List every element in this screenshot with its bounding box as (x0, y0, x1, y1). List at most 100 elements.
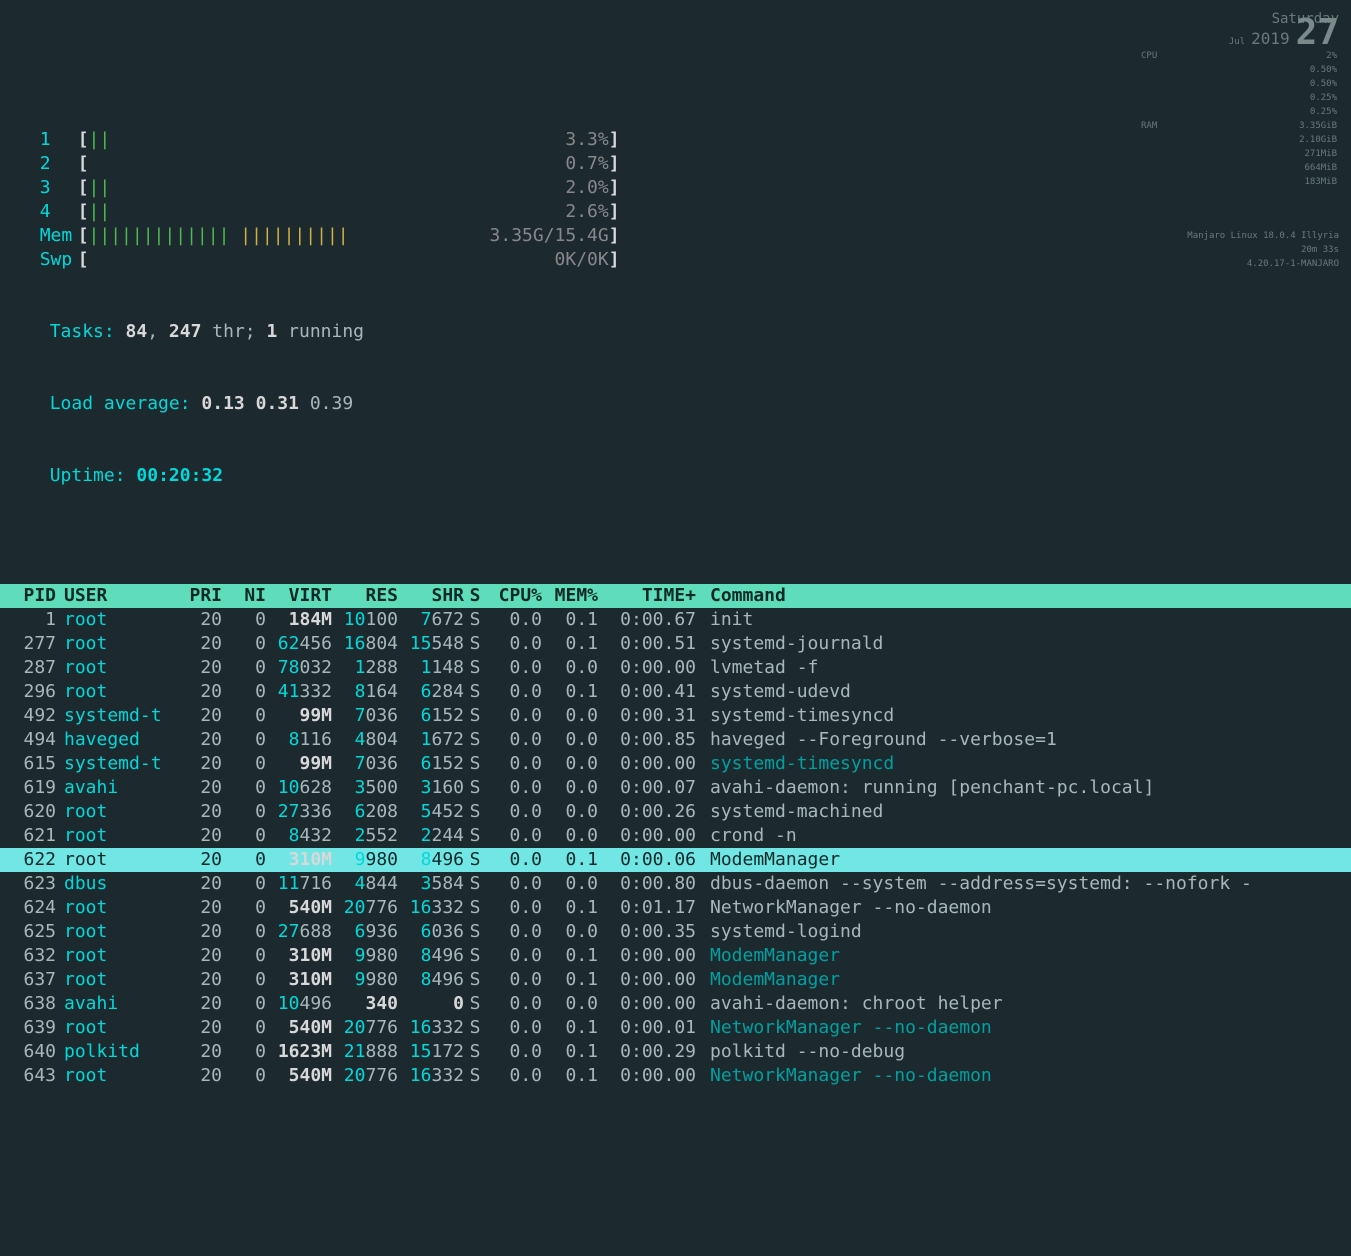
mem-bar-cache: |||||||||| (240, 225, 348, 246)
table-row[interactable]: 638avahi200104963400S0.00.00:00.00avahi-… (0, 992, 1351, 1016)
table-header[interactable]: PIDUSERPRINIVIRTRESSHRSCPU%MEM%TIME+Comm… (0, 584, 1351, 608)
table-row[interactable]: 492systemd-t20099M70366152S0.00.00:00.31… (0, 704, 1351, 728)
cpu-core-row: 0.50% (1139, 63, 1339, 77)
user: systemd-t (60, 704, 170, 728)
user: haveged (60, 728, 170, 752)
command: systemd-machined (704, 800, 1304, 824)
pid: 623 (0, 872, 60, 896)
pid: 625 (0, 920, 60, 944)
table-row[interactable]: 621root200843225522244S0.00.00:00.00cron… (0, 824, 1351, 848)
user: root (60, 848, 170, 872)
ram-detail-row: 2.10GiB (1139, 133, 1339, 147)
command: haveged --Foreground --verbose=1 (704, 728, 1304, 752)
table-row[interactable]: 620root2002733662085452S0.00.00:00.26sys… (0, 800, 1351, 824)
cpu1-label: 1 (40, 128, 78, 152)
command: ModemManager (704, 944, 1304, 968)
loadavg-5: 0.31 (256, 393, 299, 414)
swp-value: 0K/0K (555, 249, 609, 270)
ram-detail-row: 664MiB (1139, 161, 1339, 175)
cpu1-pct: 3.3% (565, 129, 608, 150)
pid: 619 (0, 776, 60, 800)
pid: 615 (0, 752, 60, 776)
user: systemd-t (60, 752, 170, 776)
loadavg-15: 0.39 (310, 393, 353, 414)
system-stats: Tasks: 84, 247 thr; 1 running Load avera… (50, 272, 364, 536)
table-row[interactable]: 622root200310M99808496S0.00.10:00.06Mode… (0, 848, 1351, 872)
table-row[interactable]: 624root200540M2077616332S0.00.10:01.17Ne… (0, 896, 1351, 920)
table-row[interactable]: 623dbus2001171648443584S0.00.00:00.80dbu… (0, 872, 1351, 896)
command: NetworkManager --no-daemon (704, 1016, 1304, 1040)
table-row[interactable]: 296root2004133281646284S0.00.10:00.41sys… (0, 680, 1351, 704)
pid: 296 (0, 680, 60, 704)
command: systemd-logind (704, 920, 1304, 944)
table-row[interactable]: 1root200184M101007672S0.00.10:00.67init (0, 608, 1351, 632)
cpu4-bar: || (89, 201, 111, 222)
table-row[interactable]: 625root2002768869366036S0.00.00:00.35sys… (0, 920, 1351, 944)
ram-detail-row: 271MiB (1139, 147, 1339, 161)
cpu1-bar: || (89, 129, 111, 150)
pid: 639 (0, 1016, 60, 1040)
pid: 620 (0, 800, 60, 824)
cpu-meters: 1[|| 3.3%]2[ 0.7%]3[|| 2.0%]4[|| 2 (40, 128, 680, 272)
pid: 621 (0, 824, 60, 848)
pid: 1 (0, 608, 60, 632)
mem-bar-used: ||||||||||||| (89, 225, 241, 246)
year: 2019 (1251, 32, 1290, 46)
command: crond -n (704, 824, 1304, 848)
distro: Manjaro Linux 18.0.4 Illyria (1139, 229, 1339, 243)
month: Jul (1229, 35, 1245, 49)
pid: 492 (0, 704, 60, 728)
command: systemd-journald (704, 632, 1304, 656)
pid: 622 (0, 848, 60, 872)
command: init (704, 608, 1304, 632)
running-count: 1 (266, 321, 277, 342)
table-row[interactable]: 643root200540M2077616332S0.00.10:00.00Ne… (0, 1064, 1351, 1088)
cpu-core-row: 0.50% (1139, 77, 1339, 91)
cpu3-bar: || (89, 177, 111, 198)
pid: 287 (0, 656, 60, 680)
cpu3-label: 3 (40, 176, 78, 200)
cpu3-pct: 2.0% (565, 177, 608, 198)
tasks-label: Tasks: (50, 321, 126, 342)
command: polkitd --no-debug (704, 1040, 1304, 1064)
user: root (60, 896, 170, 920)
threads-count: 247 (169, 321, 202, 342)
pid: 624 (0, 896, 60, 920)
table-row[interactable]: 287root2007803212881148S0.00.00:00.00lvm… (0, 656, 1351, 680)
user: root (60, 632, 170, 656)
process-table[interactable]: PIDUSERPRINIVIRTRESSHRSCPU%MEM%TIME+Comm… (0, 584, 1351, 1088)
pid: 277 (0, 632, 60, 656)
user: root (60, 1016, 170, 1040)
table-row[interactable]: 637root200310M99808496S0.00.10:00.00Mode… (0, 968, 1351, 992)
pid: 632 (0, 944, 60, 968)
user: avahi (60, 992, 170, 1016)
table-row[interactable]: 632root200310M99808496S0.00.10:00.00Mode… (0, 944, 1351, 968)
user: root (60, 680, 170, 704)
cpu2-pct: 0.7% (565, 153, 608, 174)
user: dbus (60, 872, 170, 896)
cpu2-label: 2 (40, 152, 78, 176)
command: avahi-daemon: running [penchant-pc.local… (704, 776, 1304, 800)
command: dbus-daemon --system --address=systemd: … (704, 872, 1304, 896)
table-row[interactable]: 277root200624561680415548S0.00.10:00.51s… (0, 632, 1351, 656)
pid: 640 (0, 1040, 60, 1064)
pid: 643 (0, 1064, 60, 1088)
user: root (60, 920, 170, 944)
swp-label: Swp (40, 248, 78, 272)
cpu4-label: 4 (40, 200, 78, 224)
pid: 637 (0, 968, 60, 992)
table-row[interactable]: 640polkitd2001623M2188815172S0.00.10:00.… (0, 1040, 1351, 1064)
table-row[interactable]: 494haveged200811648041672S0.00.00:00.85h… (0, 728, 1351, 752)
mem-label: Mem (40, 224, 78, 248)
table-row[interactable]: 615systemd-t20099M70366152S0.00.00:00.00… (0, 752, 1351, 776)
table-row[interactable]: 619avahi2001062835003160S0.00.00:00.07av… (0, 776, 1351, 800)
ram-detail-row: 183MiB (1139, 175, 1339, 189)
day-number: 27 (1296, 26, 1339, 40)
uptime-label: Uptime: (50, 465, 137, 486)
user: root (60, 1064, 170, 1088)
table-row[interactable]: 639root200540M2077616332S0.00.10:00.01Ne… (0, 1016, 1351, 1040)
cpu-core-row: 0.25% (1139, 91, 1339, 105)
command: systemd-udevd (704, 680, 1304, 704)
command: NetworkManager --no-daemon (704, 896, 1304, 920)
ram-label: RAM (1141, 119, 1157, 133)
